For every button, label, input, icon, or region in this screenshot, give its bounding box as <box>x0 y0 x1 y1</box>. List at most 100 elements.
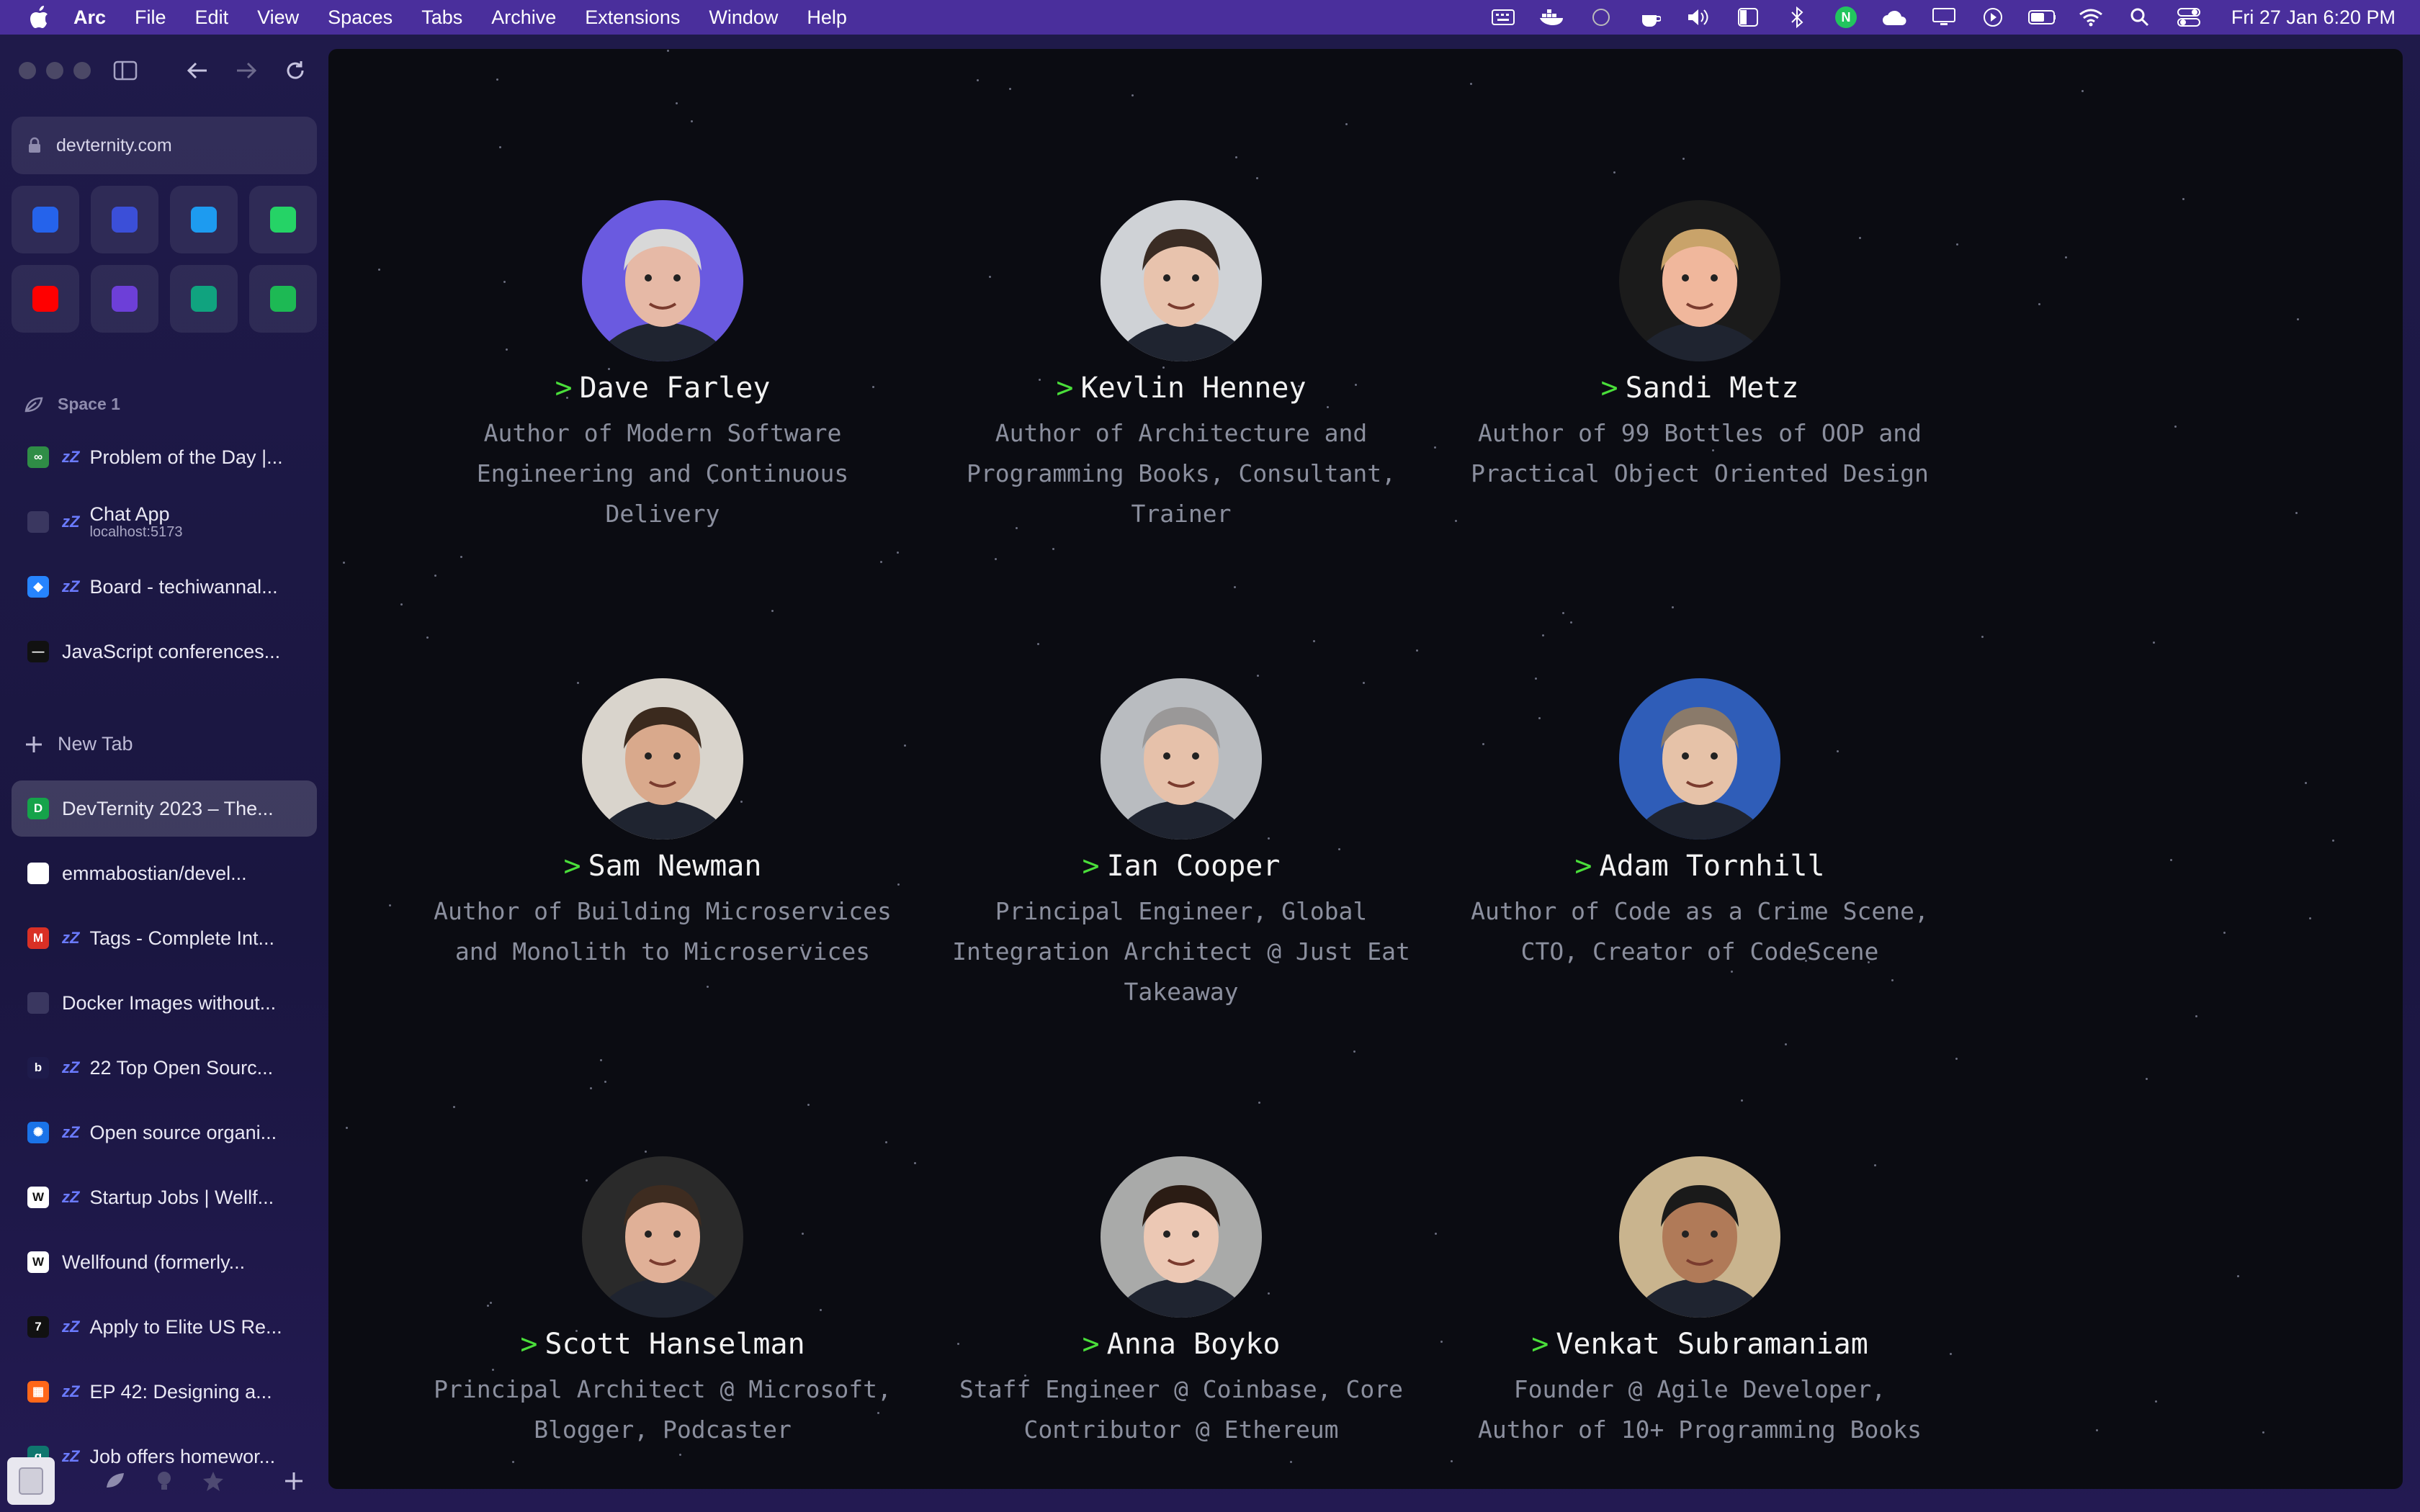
reload-button[interactable] <box>278 53 313 88</box>
menu-help[interactable]: Help <box>807 6 847 29</box>
favorite-tile[interactable] <box>170 265 238 333</box>
menubar-clock[interactable]: Fri 27 Jan 6:20 PM <box>2231 6 2396 29</box>
sidebar-tab[interactable]: MzZ Tags - Complete Int... <box>12 910 317 966</box>
speaker-name: Kevlin Henney <box>1080 372 1307 405</box>
menu-edit[interactable]: Edit <box>195 6 229 29</box>
star-dot <box>2170 859 2172 861</box>
speaker-photo[interactable] <box>1101 1156 1262 1318</box>
sidebar-tab[interactable]: — JavaScript conferences... <box>12 624 317 680</box>
speaker-photo[interactable] <box>1101 678 1262 840</box>
favorite-tile[interactable] <box>12 265 79 333</box>
add-space-button[interactable] <box>278 1465 310 1497</box>
wifi-icon[interactable] <box>2077 4 2105 31</box>
speaker-name-link[interactable]: > Dave Farley <box>403 372 922 405</box>
space-lightbulb-button[interactable] <box>148 1465 180 1497</box>
menu-spaces[interactable]: Spaces <box>328 6 393 29</box>
speaker-card[interactable]: > Sam Newman Author of Building Microservi… <box>403 678 922 972</box>
speaker-name-link[interactable]: > Ian Cooper <box>922 850 1440 883</box>
speaker-card[interactable]: > Venkat Subramaniam Founder @ Agile Devel… <box>1440 1156 1959 1450</box>
speaker-photo[interactable] <box>582 678 743 840</box>
speaker-name-link[interactable]: > Sandi Metz <box>1440 372 1959 405</box>
toggle-sidebar-button[interactable] <box>108 53 143 88</box>
speaker-photo[interactable] <box>582 200 743 361</box>
speaker-card[interactable]: > Kevlin Henney Author of Architecture and… <box>922 200 1440 534</box>
speaker-photo[interactable] <box>1619 1156 1780 1318</box>
speaker-name-link[interactable]: > Anna Boyko <box>922 1328 1440 1361</box>
favorite-tile[interactable] <box>249 186 317 253</box>
speaker-name-link[interactable]: > Venkat Subramaniam <box>1440 1328 1959 1361</box>
sidebar-tab[interactable]: zZ Chat App localhost:5173 <box>12 494 317 550</box>
speaker-card[interactable]: > Scott Hanselman Principal Architect @ Mi… <box>403 1156 922 1450</box>
minimize-window-button[interactable] <box>46 62 63 79</box>
menu-window[interactable]: Window <box>709 6 778 29</box>
space-label: Space 1 <box>24 395 120 414</box>
coffee-cup-icon[interactable] <box>1636 4 1664 31</box>
circle-status-icon[interactable] <box>1587 4 1615 31</box>
spotify-icon <box>270 286 296 312</box>
sidebar-tab[interactable]: ∞ zZ Problem of the Day |... <box>12 429 317 485</box>
forward-button[interactable] <box>229 53 264 88</box>
speaker-photo[interactable] <box>582 1156 743 1318</box>
volume-icon[interactable] <box>1685 4 1713 31</box>
back-button[interactable] <box>180 53 215 88</box>
speaker-card[interactable]: > Dave Farley Author of Modern Software Eng… <box>403 200 922 534</box>
display-icon[interactable] <box>1930 4 1958 31</box>
zoom-window-button[interactable] <box>73 62 91 79</box>
sidebar-tab[interactable]: emmabostian/devel... <box>12 845 317 901</box>
menu-extensions[interactable]: Extensions <box>585 6 680 29</box>
star-dot <box>1451 1460 1453 1462</box>
speaker-card[interactable]: > Anna Boyko Staff Engineer @ Coinbase, Co… <box>922 1156 1440 1450</box>
speaker-name-link[interactable]: > Sam Newman <box>403 850 922 883</box>
url-bar[interactable]: devternity.com <box>12 117 317 174</box>
speaker-card[interactable]: > Sandi Metz Author of 99 Bottles of OOP a… <box>1440 200 1959 494</box>
speaker-name-link[interactable]: > Kevlin Henney <box>922 372 1440 405</box>
close-window-button[interactable] <box>19 62 36 79</box>
control-center-icon[interactable] <box>2175 4 2202 31</box>
star-dot <box>2096 1429 2098 1431</box>
speaker-photo[interactable] <box>1619 678 1780 840</box>
favorite-tile[interactable] <box>91 186 158 253</box>
menu-view[interactable]: View <box>257 6 299 29</box>
arrow-left-icon <box>187 62 207 79</box>
sidebar-toggle-icon[interactable] <box>1734 4 1762 31</box>
battery-icon[interactable] <box>2027 4 2056 31</box>
speaker-photo[interactable] <box>1619 200 1780 361</box>
sidebar-tab[interactable]: 7 zZ Apply to Elite US Re... <box>12 1299 317 1355</box>
sidebar-tab[interactable]: b zZ 22 Top Open Sourc... <box>12 1040 317 1096</box>
spotlight-search-icon[interactable] <box>2126 4 2154 31</box>
speaker-card[interactable]: > Adam Tornhill Author of Code as a Crime … <box>1440 678 1959 972</box>
sidebar-tab[interactable]: ◆ zZ Board - techiwannal... <box>12 559 317 615</box>
space-leaf-button[interactable] <box>99 1465 131 1497</box>
play-circle-icon[interactable] <box>1979 4 2007 31</box>
library-button[interactable] <box>7 1457 55 1505</box>
new-tab-button[interactable]: New Tab <box>24 733 133 755</box>
bluetooth-icon[interactable] <box>1783 4 1811 31</box>
cloud-icon[interactable] <box>1881 4 1909 31</box>
active-tab[interactable]: D DevTernity 2023 – The... <box>12 780 317 837</box>
speaker-photo[interactable] <box>1101 200 1262 361</box>
favorite-tile[interactable] <box>12 186 79 253</box>
favorite-tile[interactable] <box>170 186 238 253</box>
menu-tabs[interactable]: Tabs <box>421 6 462 29</box>
sidebar-tab[interactable]: ▦ zZ EP 42: Designing a... <box>12 1364 317 1420</box>
menu-file[interactable]: File <box>135 6 166 29</box>
speaker-name-link[interactable]: > Scott Hanselman <box>403 1328 922 1361</box>
favorite-tile[interactable] <box>249 265 317 333</box>
keyboard-icon[interactable] <box>1489 4 1517 31</box>
prompt-chevron-icon: > <box>1600 372 1618 405</box>
sidebar-tab[interactable]: W Wellfound (formerly... <box>12 1234 317 1290</box>
menu-app-name[interactable]: Arc <box>73 6 106 29</box>
speaker-role-line: Author of Architecture and <box>995 419 1368 447</box>
star-dot <box>1235 156 1237 158</box>
sidebar-tab[interactable]: WzZ Startup Jobs | Wellf... <box>12 1169 317 1225</box>
menu-archive[interactable]: Archive <box>491 6 556 29</box>
apple-icon[interactable] <box>24 3 53 32</box>
favorite-tile[interactable] <box>91 265 158 333</box>
space-star-button[interactable] <box>197 1465 229 1497</box>
speaker-card[interactable]: > Ian Cooper Principal Engineer, Global Int… <box>922 678 1440 1012</box>
docker-icon[interactable] <box>1538 4 1566 31</box>
sidebar-tab[interactable]: Docker Images without... <box>12 975 317 1031</box>
speaker-name-link[interactable]: > Adam Tornhill <box>1440 850 1959 883</box>
n-app-icon[interactable]: N <box>1832 4 1860 31</box>
sidebar-tab[interactable]: ✺ zZ Open source organi... <box>12 1104 317 1161</box>
